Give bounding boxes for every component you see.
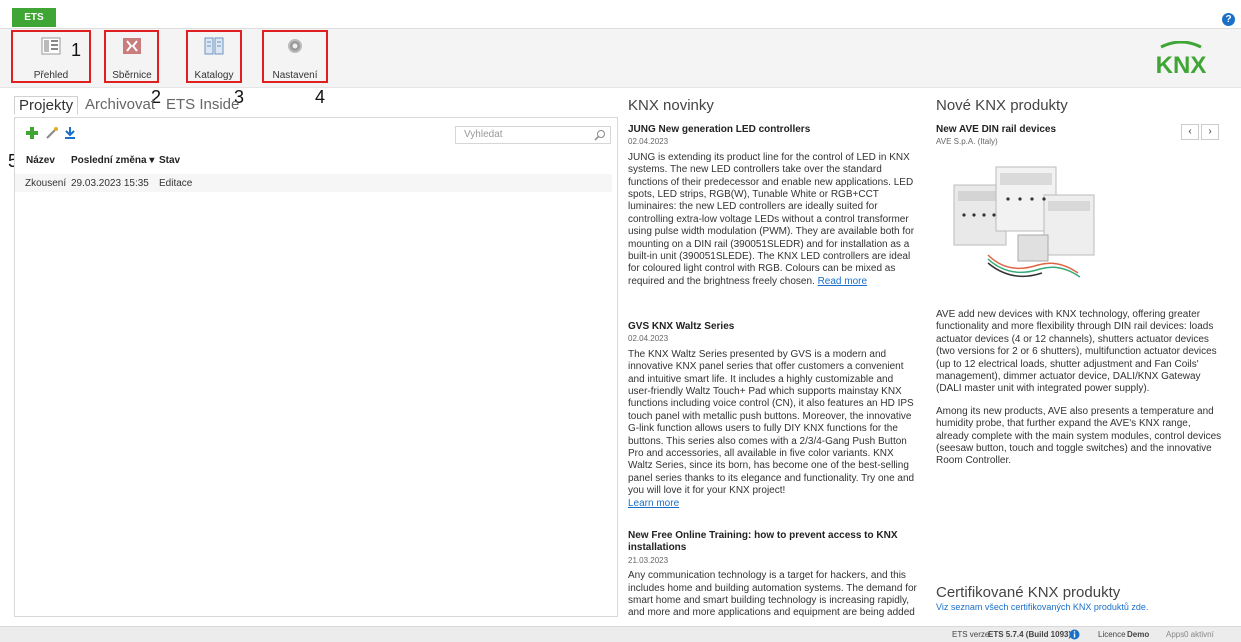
row-state: Editace bbox=[159, 178, 193, 189]
ets-app-tab[interactable]: ETS bbox=[12, 8, 56, 27]
certified-link[interactable]: Viz seznam všech certifikovaných KNX pro… bbox=[936, 602, 1148, 612]
licence-value: Demo bbox=[1127, 630, 1150, 639]
news-item-3: New Free Online Training: how to prevent… bbox=[628, 530, 918, 620]
tab-projects[interactable]: Projekty bbox=[14, 96, 79, 115]
knx-logo: KNX bbox=[1156, 41, 1207, 77]
news-item-title[interactable]: GVS KNX Waltz Series bbox=[628, 321, 918, 333]
news-item-1: JUNG New generation LED controllers 02.0… bbox=[628, 124, 918, 288]
top-bar: ETS ? bbox=[0, 0, 1241, 28]
licence-label: Licence bbox=[1098, 630, 1126, 639]
projects-panel: Vyhledat Název Poslední změna ▾ Stav Zko… bbox=[14, 117, 618, 617]
apps-label: Apps bbox=[1166, 630, 1185, 639]
next-product-button[interactable]: › bbox=[1201, 124, 1219, 140]
annotation-4: 4 bbox=[315, 87, 326, 107]
tab-ets-inside[interactable]: ETS Inside bbox=[166, 96, 239, 113]
version-value: ETS 5.7.4 (Build 1093) bbox=[988, 630, 1072, 639]
row-name: Zkousení bbox=[25, 178, 67, 189]
product-paragraph-2: Among its new products, AVE also present… bbox=[936, 405, 1222, 467]
search-placeholder: Vyhledat bbox=[464, 129, 503, 140]
add-project-icon[interactable] bbox=[25, 126, 39, 140]
info-icon[interactable] bbox=[1069, 629, 1080, 640]
news-item-date: 02.04.2023 bbox=[628, 137, 669, 147]
news-item-title[interactable]: New Free Online Training: how to prevent… bbox=[628, 530, 918, 555]
annotation-1: 1 bbox=[71, 40, 82, 60]
news-item-title[interactable]: JUNG New generation LED controllers bbox=[628, 124, 918, 136]
certified-title: Certifikované KNX produkty bbox=[936, 584, 1121, 601]
column-last-change[interactable]: Poslední změna ▾ bbox=[71, 155, 154, 166]
help-icon[interactable]: ? bbox=[1222, 13, 1235, 26]
highlight-catalogs bbox=[186, 30, 242, 83]
news-title: KNX novinky bbox=[628, 97, 714, 114]
row-changed: 29.03.2023 15:35 bbox=[71, 178, 149, 189]
products-title: Nové KNX produkty bbox=[936, 97, 1068, 114]
learn-more-link[interactable]: Learn more bbox=[628, 498, 679, 509]
news-item-body: The KNX Waltz Series presented by GVS is… bbox=[628, 348, 915, 509]
news-item-date: 21.03.2023 bbox=[628, 555, 669, 565]
tab-archive[interactable]: Archivovat bbox=[85, 96, 155, 113]
prev-product-button[interactable]: ‹ bbox=[1181, 124, 1199, 140]
apps-value: 0 aktivní bbox=[1184, 630, 1214, 639]
column-state[interactable]: Stav bbox=[159, 155, 180, 166]
news-item-body: Any communication technology is a target… bbox=[628, 570, 917, 619]
search-input[interactable]: Vyhledat bbox=[455, 126, 611, 144]
product-description: AVE add new devices with KNX technology,… bbox=[936, 309, 1226, 468]
highlight-bus bbox=[104, 30, 159, 83]
product-image bbox=[953, 166, 1095, 278]
search-icon[interactable] bbox=[594, 129, 606, 141]
column-name[interactable]: Název bbox=[26, 155, 55, 166]
product-paragraph-1: AVE add new devices with KNX technology,… bbox=[936, 309, 1217, 395]
import-icon[interactable] bbox=[63, 126, 77, 140]
news-item-2: GVS KNX Waltz Series 02.04.2023 The KNX … bbox=[628, 321, 918, 510]
read-more-link[interactable]: Read more bbox=[818, 276, 867, 287]
news-item-date: 02.04.2023 bbox=[628, 334, 669, 344]
status-bar: ETS verze ETS 5.7.4 (Build 1093) Licence… bbox=[0, 626, 1241, 642]
version-label: ETS verze bbox=[952, 630, 990, 639]
wizard-icon[interactable] bbox=[45, 126, 59, 140]
knx-logo-text: KNX bbox=[1156, 52, 1207, 77]
table-row[interactable]: Zkousení 29.03.2023 15:35 Editace bbox=[15, 174, 612, 192]
news-item-body: JUNG is extending its product line for t… bbox=[628, 151, 915, 287]
highlight-settings bbox=[262, 30, 328, 83]
